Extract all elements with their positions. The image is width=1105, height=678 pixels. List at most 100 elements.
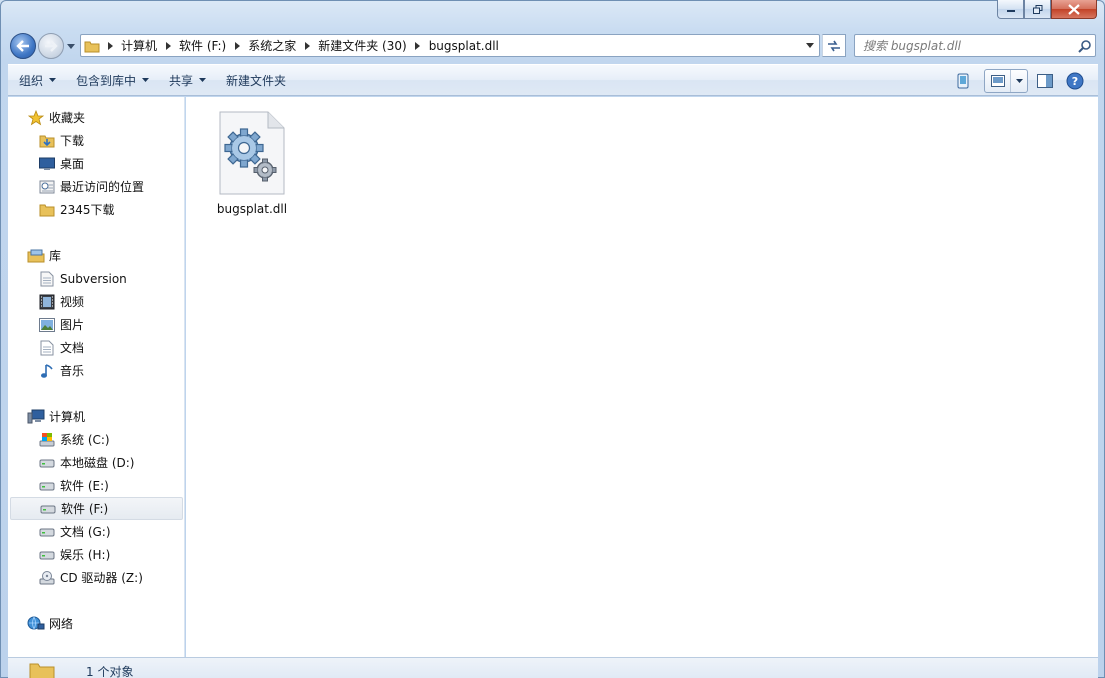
preview-pane-icon bbox=[1037, 74, 1053, 88]
status-bar: 1 个对象 bbox=[8, 657, 1098, 678]
breadcrumb-computer[interactable]: 计算机 bbox=[117, 37, 161, 54]
breadcrumb-drive-f[interactable]: 软件 (F:) bbox=[175, 37, 230, 54]
search-box[interactable] bbox=[854, 34, 1096, 57]
preview-pane-button[interactable] bbox=[1032, 68, 1058, 94]
minimize-button[interactable] bbox=[997, 0, 1024, 19]
sidebar-item-music[interactable]: 音乐 bbox=[8, 359, 185, 382]
sidebar-item-downloads[interactable]: 下载 bbox=[8, 129, 185, 152]
breadcrumb-separator-icon[interactable] bbox=[103, 41, 117, 50]
system-drive-icon bbox=[38, 431, 56, 449]
search-input[interactable] bbox=[855, 35, 1075, 56]
sidebar-item-label: 桌面 bbox=[60, 157, 85, 171]
include-in-library-label: 包含到库中 bbox=[76, 73, 137, 88]
breadcrumb-bugsplat-dll[interactable]: bugsplat.dll bbox=[425, 39, 503, 53]
sidebar-item-network[interactable]: 网络 bbox=[8, 612, 185, 635]
sidebar-item-pictures[interactable]: 图片 bbox=[8, 313, 185, 336]
star-icon bbox=[27, 109, 45, 127]
sidebar-item-videos[interactable]: 视频 bbox=[8, 290, 185, 313]
sidebar-item-drive-e[interactable]: 软件 (E:) bbox=[8, 474, 185, 497]
desktop-icon bbox=[38, 155, 56, 173]
folder-icon bbox=[38, 201, 56, 219]
open-with-button[interactable] bbox=[950, 68, 976, 94]
sidebar-item-label: 软件 (F:) bbox=[61, 502, 109, 516]
view-dropdown[interactable] bbox=[1011, 79, 1027, 83]
computer-icon bbox=[27, 408, 45, 426]
refresh-icon bbox=[828, 40, 840, 51]
sidebar-item-drive-f[interactable]: 软件 (F:) bbox=[10, 497, 183, 520]
sidebar-item-documents[interactable]: 文档 bbox=[8, 336, 185, 359]
svg-text:?: ? bbox=[1072, 75, 1078, 88]
refresh-button[interactable] bbox=[822, 34, 846, 57]
sidebar-item-subversion[interactable]: Subversion bbox=[8, 267, 185, 290]
network-icon bbox=[27, 615, 45, 633]
dll-gear-icon bbox=[217, 109, 287, 197]
close-icon bbox=[1068, 3, 1080, 15]
chevron-down-icon bbox=[142, 78, 150, 82]
sidebar-item-cd-drive-z[interactable]: CD 驱动器 (Z:) bbox=[8, 566, 185, 589]
cd-drive-icon bbox=[38, 569, 56, 587]
breadcrumb-xitongzhijia[interactable]: 系统之家 bbox=[244, 37, 300, 54]
breadcrumb-new-folder-30[interactable]: 新建文件夹 (30) bbox=[314, 37, 410, 54]
chevron-down-icon bbox=[806, 43, 814, 48]
back-button[interactable] bbox=[10, 33, 36, 59]
organize-label: 组织 bbox=[19, 73, 44, 88]
restore-icon bbox=[1032, 4, 1042, 14]
command-bar: 组织 包含到库中 共享 新建文件夹 ? bbox=[8, 64, 1098, 96]
sidebar-item-label: 视频 bbox=[60, 295, 85, 309]
help-button[interactable]: ? bbox=[1062, 68, 1088, 94]
sidebar-item-label: 图片 bbox=[60, 318, 85, 332]
sidebar-item-label: CD 驱动器 (Z:) bbox=[60, 571, 143, 585]
minimize-icon bbox=[1006, 10, 1015, 12]
address-history-dropdown[interactable] bbox=[801, 35, 819, 56]
sidebar-item-drive-c[interactable]: 系统 (C:) bbox=[8, 428, 185, 451]
sidebar-item-label: 本地磁盘 (D:) bbox=[60, 456, 135, 470]
sidebar-item-label: 下载 bbox=[60, 134, 85, 148]
favorites-group: 收藏夹 下载 桌面 最近访问的位置 2345下载 bbox=[8, 106, 185, 221]
sidebar-item-label: 收藏夹 bbox=[49, 111, 86, 125]
sidebar-item-label: Subversion bbox=[60, 271, 127, 286]
hard-drive-icon bbox=[38, 546, 56, 564]
sidebar-item-favorites[interactable]: 收藏夹 bbox=[8, 106, 185, 129]
breadcrumb-separator-icon[interactable] bbox=[300, 41, 314, 50]
forward-arrow-icon bbox=[45, 40, 58, 52]
sidebar-item-label: 计算机 bbox=[49, 410, 86, 424]
libraries-group: 库 Subversion 视频 图片 文档 音乐 bbox=[8, 244, 185, 382]
share-menu[interactable]: 共享 bbox=[160, 67, 215, 93]
address-bar[interactable]: 计算机 软件 (F:) 系统之家 新建文件夹 (30) bugsplat.dll bbox=[80, 34, 820, 57]
new-folder-button[interactable]: 新建文件夹 bbox=[217, 67, 295, 93]
back-arrow-icon bbox=[16, 40, 29, 52]
sidebar-item-label: 娱乐 (H:) bbox=[60, 548, 111, 562]
sidebar-item-libraries[interactable]: 库 bbox=[8, 244, 185, 267]
sidebar-item-desktop[interactable]: 桌面 bbox=[8, 152, 185, 175]
downloads-folder-icon bbox=[38, 132, 56, 150]
sidebar-item-drive-d[interactable]: 本地磁盘 (D:) bbox=[8, 451, 185, 474]
view-icon[interactable] bbox=[985, 70, 1011, 92]
search-icon[interactable] bbox=[1075, 36, 1095, 56]
picture-icon bbox=[38, 316, 56, 334]
close-button[interactable] bbox=[1051, 0, 1097, 19]
file-item-bugsplat-dll[interactable]: bugsplat.dll bbox=[210, 109, 294, 219]
forward-button[interactable] bbox=[38, 33, 64, 59]
hard-drive-icon bbox=[38, 477, 56, 495]
command-bar-right: ? bbox=[946, 68, 1088, 94]
breadcrumb-separator-icon[interactable] bbox=[411, 41, 425, 50]
hard-drive-icon bbox=[38, 454, 56, 472]
breadcrumb-separator-icon[interactable] bbox=[230, 41, 244, 50]
sidebar-item-2345-downloads[interactable]: 2345下载 bbox=[8, 198, 185, 221]
help-icon: ? bbox=[1066, 72, 1084, 90]
sidebar-item-computer[interactable]: 计算机 bbox=[8, 405, 185, 428]
maximize-button[interactable] bbox=[1024, 0, 1051, 19]
mobile-device-icon bbox=[957, 73, 969, 89]
sidebar-item-recent-places[interactable]: 最近访问的位置 bbox=[8, 175, 185, 198]
recent-pages-dropdown[interactable] bbox=[66, 40, 76, 52]
sidebar-item-label: 文档 (G:) bbox=[60, 525, 111, 539]
sidebar-item-drive-h[interactable]: 娱乐 (H:) bbox=[8, 543, 185, 566]
sidebar-item-drive-g[interactable]: 文档 (G:) bbox=[8, 520, 185, 543]
change-view-button[interactable] bbox=[984, 69, 1028, 93]
chevron-down-icon bbox=[67, 43, 75, 49]
breadcrumb-separator-icon[interactable] bbox=[161, 41, 175, 50]
music-note-icon bbox=[38, 362, 56, 380]
include-in-library-menu[interactable]: 包含到库中 bbox=[67, 67, 158, 93]
organize-menu[interactable]: 组织 bbox=[10, 67, 65, 93]
share-label: 共享 bbox=[169, 73, 194, 88]
